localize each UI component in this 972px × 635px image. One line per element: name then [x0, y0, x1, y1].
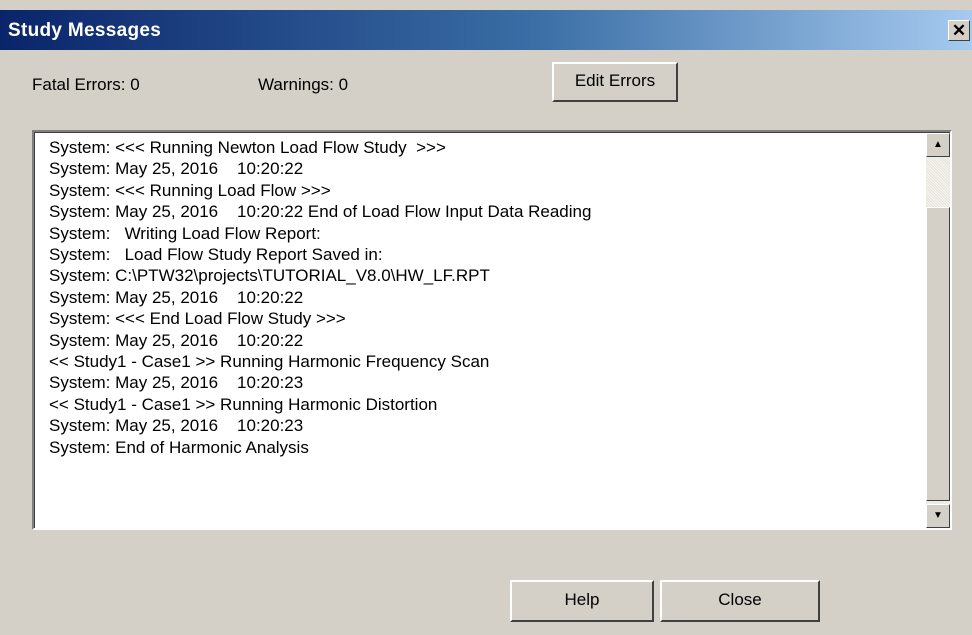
close-icon[interactable]: ✕ — [948, 20, 970, 41]
message-line: System: May 25, 2016 10:20:22 — [49, 330, 304, 350]
scrollbar-thumb[interactable] — [926, 207, 950, 501]
message-log[interactable]: System: <<< Running Newton Load Flow Stu… — [32, 130, 952, 530]
fatal-errors-label: Fatal Errors: 0 — [32, 75, 140, 94]
message-list: System: <<< Running Newton Load Flow Stu… — [49, 137, 919, 458]
scroll-up-arrow-icon[interactable]: ▲ — [926, 133, 950, 157]
message-line: System: <<< End Load Flow Study >>> — [49, 309, 346, 329]
help-button[interactable]: Help — [510, 580, 654, 622]
message-line: System: <<< Running Load Flow >>> — [49, 180, 331, 200]
study-messages-dialog: Study Messages ✕ Fatal Errors: 0 Warning… — [0, 0, 972, 635]
message-line: << Study1 - Case1 >> Running Harmonic Di… — [49, 394, 438, 414]
close-button[interactable]: Close — [660, 580, 820, 622]
message-line: System: May 25, 2016 10:20:23 — [49, 373, 304, 393]
message-line: System: May 25, 2016 10:20:22 — [49, 287, 304, 307]
message-line: System: <<< Running Newton Load Flow Stu… — [49, 138, 446, 157]
title-bar[interactable]: Study Messages ✕ — [0, 10, 972, 50]
message-line: System: Writing Load Flow Report: — [49, 223, 321, 243]
scroll-down-arrow-icon[interactable]: ▼ — [926, 504, 950, 528]
message-line: System: May 25, 2016 10:20:22 — [49, 159, 304, 179]
warnings-label: Warnings: 0 — [258, 75, 349, 94]
vertical-scrollbar[interactable]: ▲ ▼ — [926, 133, 950, 528]
message-line: System: May 25, 2016 10:20:23 — [49, 416, 304, 436]
message-line: System: End of Harmonic Analysis — [49, 437, 309, 457]
message-line: System: Load Flow Study Report Saved in: — [49, 245, 383, 265]
message-log-inner: System: <<< Running Newton Load Flow Stu… — [34, 132, 950, 528]
window-title: Study Messages — [8, 20, 162, 41]
message-line: System: May 25, 2016 10:20:22 End of Loa… — [49, 202, 592, 222]
message-line: << Study1 - Case1 >> Running Harmonic Fr… — [49, 352, 490, 372]
edit-errors-button[interactable]: Edit Errors — [552, 62, 678, 102]
message-line: System: C:\PTW32\projects\TUTORIAL_V8.0\… — [49, 266, 490, 286]
